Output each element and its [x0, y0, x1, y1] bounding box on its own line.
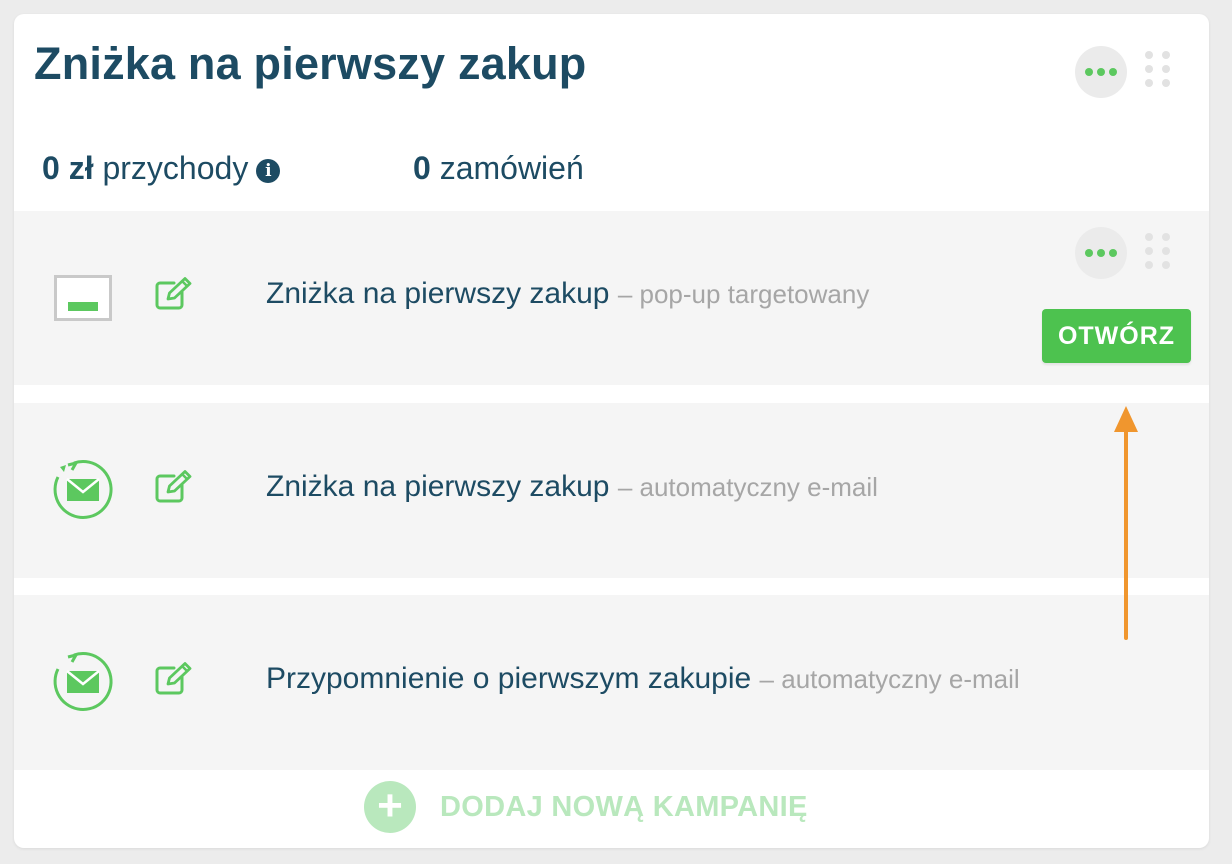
campaign-title: Zniżka na pierwszy zakup [34, 38, 587, 89]
orders-value: 0 [413, 150, 431, 186]
info-icon[interactable]: i [256, 159, 281, 183]
row-subtitle: – automatyczny e-mail [617, 472, 878, 502]
row-subtitle: – pop-up targetowany [617, 279, 870, 309]
open-campaign-button[interactable]: OTWÓRZ [1042, 309, 1191, 363]
revenue-label: przychody [102, 150, 249, 186]
campaign-row[interactable]: Zniżka na pierwszy zakup – pop-up target… [14, 211, 1209, 385]
row-title-text: Przypomnienie o pierwszym zakupie [266, 662, 752, 695]
popup-window-icon [54, 275, 112, 321]
edit-icon[interactable] [154, 277, 194, 311]
row-title: Zniżka na pierwszy zakup – automatyczny … [266, 470, 878, 504]
automated-email-icon [53, 460, 113, 519]
campaign-row[interactable]: Zniżka na pierwszy zakup – automatyczny … [14, 403, 1209, 578]
row-title: Przypomnienie o pierwszym zakupie – auto… [266, 662, 1020, 696]
revenue-stat: 0 zł przychody i [42, 150, 281, 187]
annotation-arrow-icon [1114, 406, 1138, 640]
add-campaign-button[interactable]: + DODAJ NOWĄ KAMPANIĘ [364, 780, 808, 834]
row-subtitle: – automatyczny e-mail [759, 664, 1020, 694]
campaign-drag-handle-icon[interactable] [1145, 51, 1173, 91]
plus-icon: + [364, 781, 416, 833]
row-title: Zniżka na pierwszy zakup – pop-up target… [266, 277, 869, 311]
more-dots-icon [1085, 249, 1093, 257]
orders-stat: 0 zamówień [413, 150, 584, 187]
add-campaign-label: DODAJ NOWĄ KAMPANIĘ [440, 790, 808, 823]
more-dots-icon [1085, 68, 1093, 76]
row-title-text: Zniżka na pierwszy zakup [266, 470, 610, 503]
row-more-options-button[interactable] [1075, 227, 1127, 279]
row-drag-handle-icon[interactable] [1145, 233, 1173, 273]
edit-icon[interactable] [154, 662, 194, 696]
revenue-value: 0 zł [42, 150, 94, 186]
campaign-more-options-button[interactable] [1075, 46, 1127, 98]
orders-label: zamówień [439, 150, 584, 186]
campaign-row[interactable]: Przypomnienie o pierwszym zakupie – auto… [14, 595, 1209, 770]
row-title-text: Zniżka na pierwszy zakup [266, 277, 610, 310]
edit-icon[interactable] [154, 470, 194, 504]
automated-email-icon [53, 652, 113, 711]
campaign-card: Zniżka na pierwszy zakup 0 zł przychody i… [14, 14, 1209, 848]
